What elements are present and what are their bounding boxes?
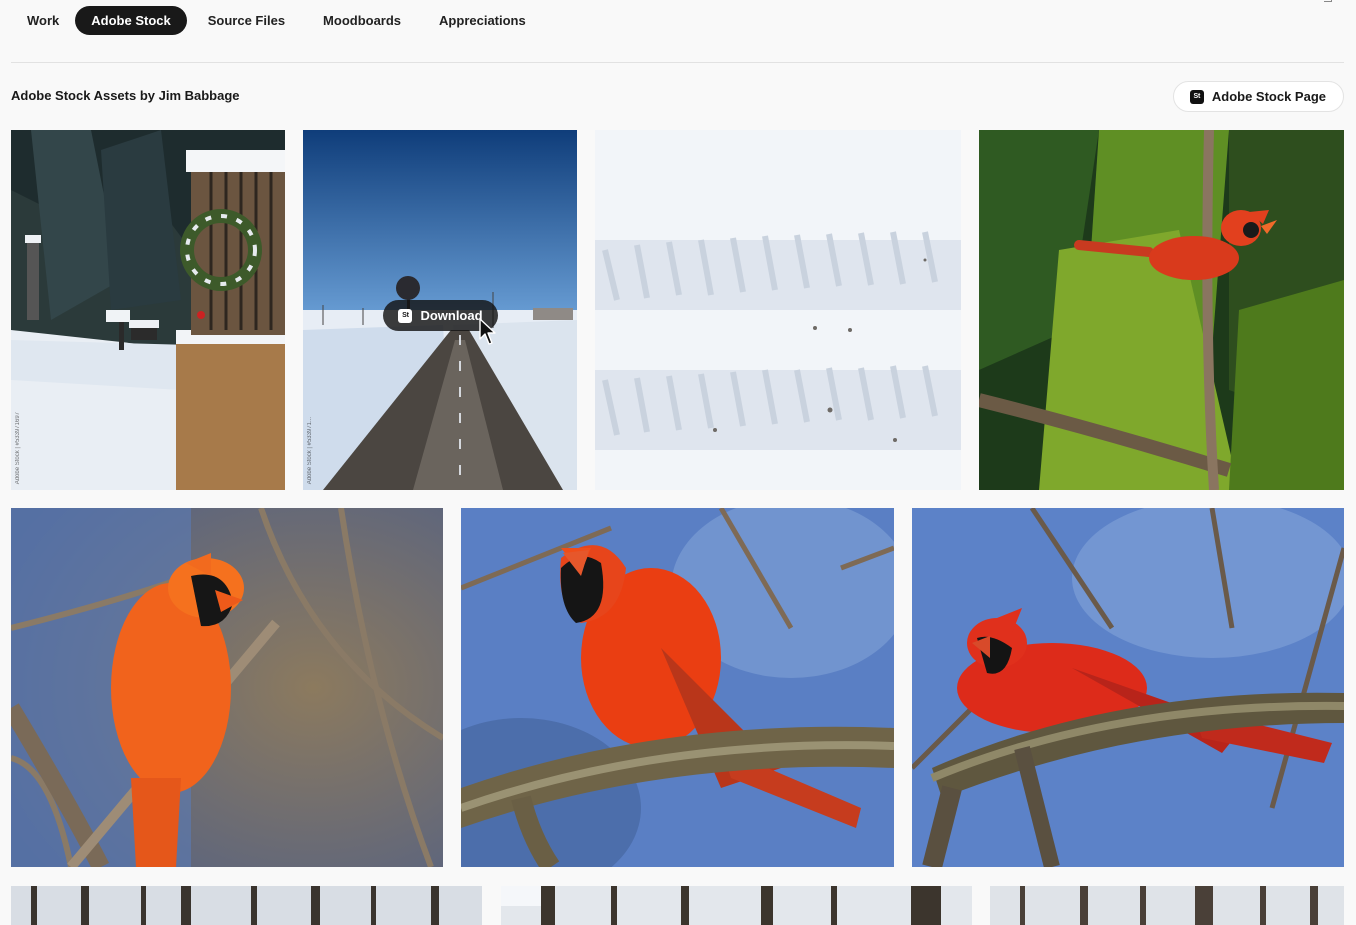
cardinal-branch-image	[11, 508, 443, 867]
adobe-stock-logo-icon: St	[1189, 89, 1204, 104]
tire-tracks-snow-image	[595, 130, 961, 490]
winter-forest-image	[11, 886, 482, 925]
download-label: Download	[420, 308, 483, 323]
asset-tile-winter-forest-1[interactable]	[11, 886, 482, 925]
asset-tile-cardinal-1[interactable]	[11, 508, 443, 867]
section-divider	[11, 62, 1344, 63]
asset-tile-tire-tracks[interactable]	[595, 130, 961, 490]
asset-tile-cardinal-3[interactable]	[912, 508, 1344, 867]
adobe-stock-page-label: Adobe Stock Page	[1211, 89, 1326, 104]
tab-source-files[interactable]: Source Files	[192, 6, 301, 35]
adobe-stock-page-button[interactable]: St Adobe Stock Page	[1172, 81, 1344, 112]
asset-id-label: Adobe Stock | #533971...	[307, 416, 313, 484]
tab-adobe-stock[interactable]: Adobe Stock	[75, 6, 187, 35]
asset-tile-cardinal-evergreen[interactable]	[979, 130, 1344, 490]
cardinal-leaning-image	[912, 508, 1344, 867]
profile-tabs: Work Adobe Stock Source Files Moodboards…	[11, 6, 542, 35]
cardinal-evergreen-image	[979, 130, 1344, 490]
winter-woods-image	[990, 886, 1344, 925]
snowy-garden-image	[11, 130, 285, 490]
tab-work[interactable]: Work	[11, 6, 75, 35]
asset-id-label: Adobe Stock | #533971697	[15, 411, 21, 484]
asset-tile-cardinal-2[interactable]	[461, 508, 894, 867]
asset-tile-snowy-garden[interactable]: Adobe Stock | #533971697	[11, 130, 285, 490]
snowy-trees-image	[501, 886, 972, 925]
tab-moodboards[interactable]: Moodboards	[307, 6, 417, 35]
mouse-pointer-icon	[479, 318, 496, 345]
adobe-stock-logo-icon: St	[398, 308, 413, 323]
cardinal-mossy-branch-image	[461, 508, 894, 867]
asset-tile-winter-forest-3[interactable]	[990, 886, 1344, 925]
corner-bracket-icon	[1324, 0, 1332, 2]
tab-appreciations[interactable]: Appreciations	[423, 6, 542, 35]
section-title: Adobe Stock Assets by Jim Babbage	[11, 88, 240, 103]
asset-tile-winter-forest-2[interactable]	[501, 886, 972, 925]
